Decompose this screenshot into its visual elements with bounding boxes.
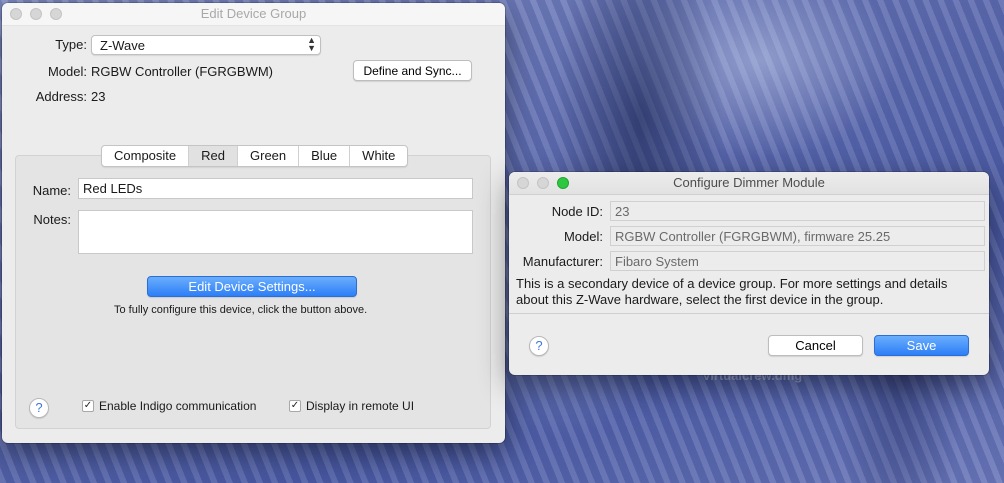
tab-composite[interactable]: Composite [102,146,190,166]
model-field: RGBW Controller (FGRGBWM), firmware 25.2… [610,226,985,246]
model-label: Model: [563,229,603,244]
name-field[interactable]: Red LEDs [78,178,473,199]
divider [509,313,989,314]
zoom-button[interactable] [50,8,62,20]
channel-tab-bar: Composite Red Green Blue White [101,145,409,167]
configure-hint: To fully configure this device, click th… [114,304,368,316]
zoom-button[interactable] [557,177,569,189]
manufacturer-label: Manufacturer: [522,254,603,269]
edit-window-titlebar[interactable]: Edit Device Group [2,3,505,26]
close-button[interactable] [517,177,529,189]
notes-field[interactable] [78,210,473,254]
display-remote-ui-checkbox[interactable]: ✓ Display in remote UI [289,399,414,413]
configure-dimmer-module-window: Configure Dimmer Module Node ID: 23 Mode… [509,172,989,375]
define-sync-button[interactable]: Define and Sync... [353,60,472,81]
tab-white[interactable]: White [350,146,407,166]
dimmer-window-titlebar[interactable]: Configure Dimmer Module [509,172,989,195]
checkmark-icon: ✓ [82,400,94,412]
node-id-field: 23 [610,201,985,221]
edit-window-title: Edit Device Group [200,6,307,21]
cancel-button[interactable]: Cancel [768,335,863,356]
close-button[interactable] [10,8,22,20]
secondary-device-info: This is a secondary device of a device g… [516,276,948,307]
minimize-button[interactable] [30,8,42,20]
enable-communication-checkbox[interactable]: ✓ Enable Indigo communication [82,399,256,413]
type-label: Type: [55,37,87,52]
model-label: Model: [47,64,87,79]
edit-device-group-window: Edit Device Group Type: Z-Wave ▲ ▼ Model:… [2,3,505,443]
tab-green[interactable]: Green [238,146,300,166]
name-label: Name: [32,183,71,198]
help-button[interactable]: ? [529,336,549,356]
node-id-label: Node ID: [551,204,603,219]
display-remote-ui-label: Display in remote UI [306,399,415,413]
tab-red[interactable]: Red [189,146,238,166]
manufacturer-field: Fibaro System [610,251,985,271]
updown-chevron-icon: ▲ ▼ [307,35,316,53]
tab-blue[interactable]: Blue [299,146,351,166]
help-button[interactable]: ? [29,398,49,418]
type-select-value: Z-Wave [100,38,146,53]
dimmer-window-title: Configure Dimmer Module [673,175,825,190]
enable-communication-label: Enable Indigo communication [99,399,257,413]
minimize-button[interactable] [537,177,549,189]
model-value: RGBW Controller (FGRGBWM) [91,64,273,79]
address-value: 23 [91,89,106,104]
edit-device-settings-button[interactable]: Edit Device Settings... [147,276,357,297]
notes-label: Notes: [33,212,71,227]
address-label: Address: [35,89,87,104]
checkmark-icon: ✓ [289,400,301,412]
save-button[interactable]: Save [874,335,969,356]
type-select[interactable]: Z-Wave ▲ ▼ [91,35,321,55]
